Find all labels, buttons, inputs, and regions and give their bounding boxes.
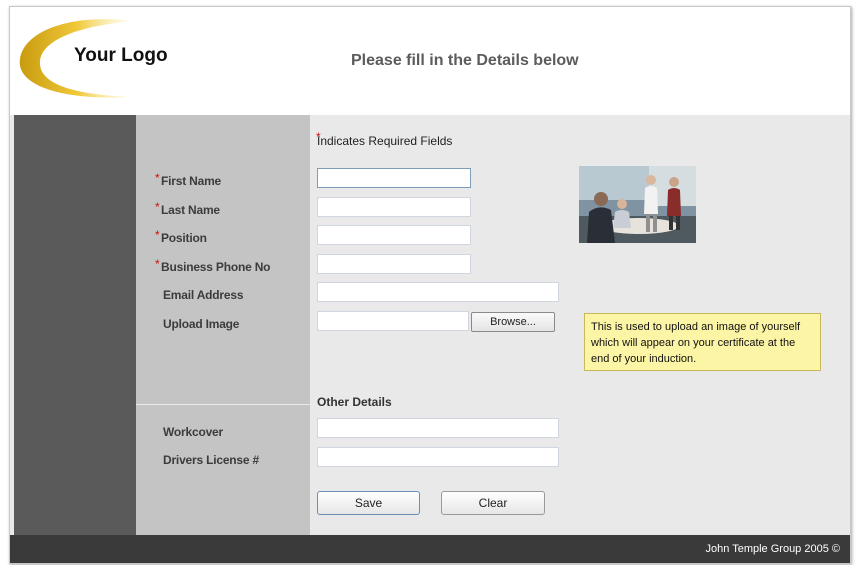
sidebar-dark-column bbox=[14, 115, 136, 535]
upload-help-tooltip: This is used to upload an image of yours… bbox=[584, 313, 821, 371]
required-marker: * bbox=[155, 171, 160, 185]
required-fields-note: Indicates Required Fields bbox=[317, 134, 453, 148]
email-label: Email Address bbox=[163, 288, 244, 302]
first-name-label: First Name bbox=[161, 174, 222, 188]
form-window: Your Logo Please fill in the Details bel… bbox=[9, 6, 851, 564]
business-phone-label: Business Phone No bbox=[161, 260, 271, 274]
position-label: Position bbox=[161, 231, 207, 245]
drivers-license-label: Drivers License # bbox=[163, 453, 259, 467]
email-input[interactable] bbox=[317, 282, 559, 302]
workcover-label: Workcover bbox=[163, 425, 224, 439]
business-phone-input[interactable] bbox=[317, 254, 471, 274]
browse-button[interactable]: Browse... bbox=[471, 312, 555, 332]
page-title: Please fill in the Details below bbox=[351, 52, 579, 69]
footer-copyright: John Temple Group 2005 © bbox=[705, 543, 841, 555]
page-footer: John Temple Group 2005 © bbox=[10, 535, 850, 563]
page-header: Your Logo Please fill in the Details bel… bbox=[10, 7, 850, 115]
clear-button[interactable]: Clear bbox=[441, 491, 545, 515]
position-input[interactable] bbox=[317, 225, 471, 245]
required-marker: * bbox=[155, 257, 160, 271]
last-name-input[interactable] bbox=[317, 197, 471, 217]
business-people-photo bbox=[579, 166, 696, 243]
other-details-heading: Other Details bbox=[317, 395, 392, 409]
workcover-input[interactable] bbox=[317, 418, 559, 438]
first-name-input[interactable] bbox=[317, 168, 471, 188]
last-name-label: Last Name bbox=[161, 203, 220, 217]
save-button[interactable]: Save bbox=[317, 491, 420, 515]
logo: Your Logo bbox=[74, 45, 168, 66]
drivers-license-input[interactable] bbox=[317, 447, 559, 467]
upload-image-path-input[interactable] bbox=[317, 311, 469, 331]
upload-image-label: Upload Image bbox=[163, 317, 240, 331]
required-marker: * bbox=[155, 200, 160, 214]
required-marker: * bbox=[155, 228, 160, 242]
section-divider bbox=[136, 404, 310, 405]
